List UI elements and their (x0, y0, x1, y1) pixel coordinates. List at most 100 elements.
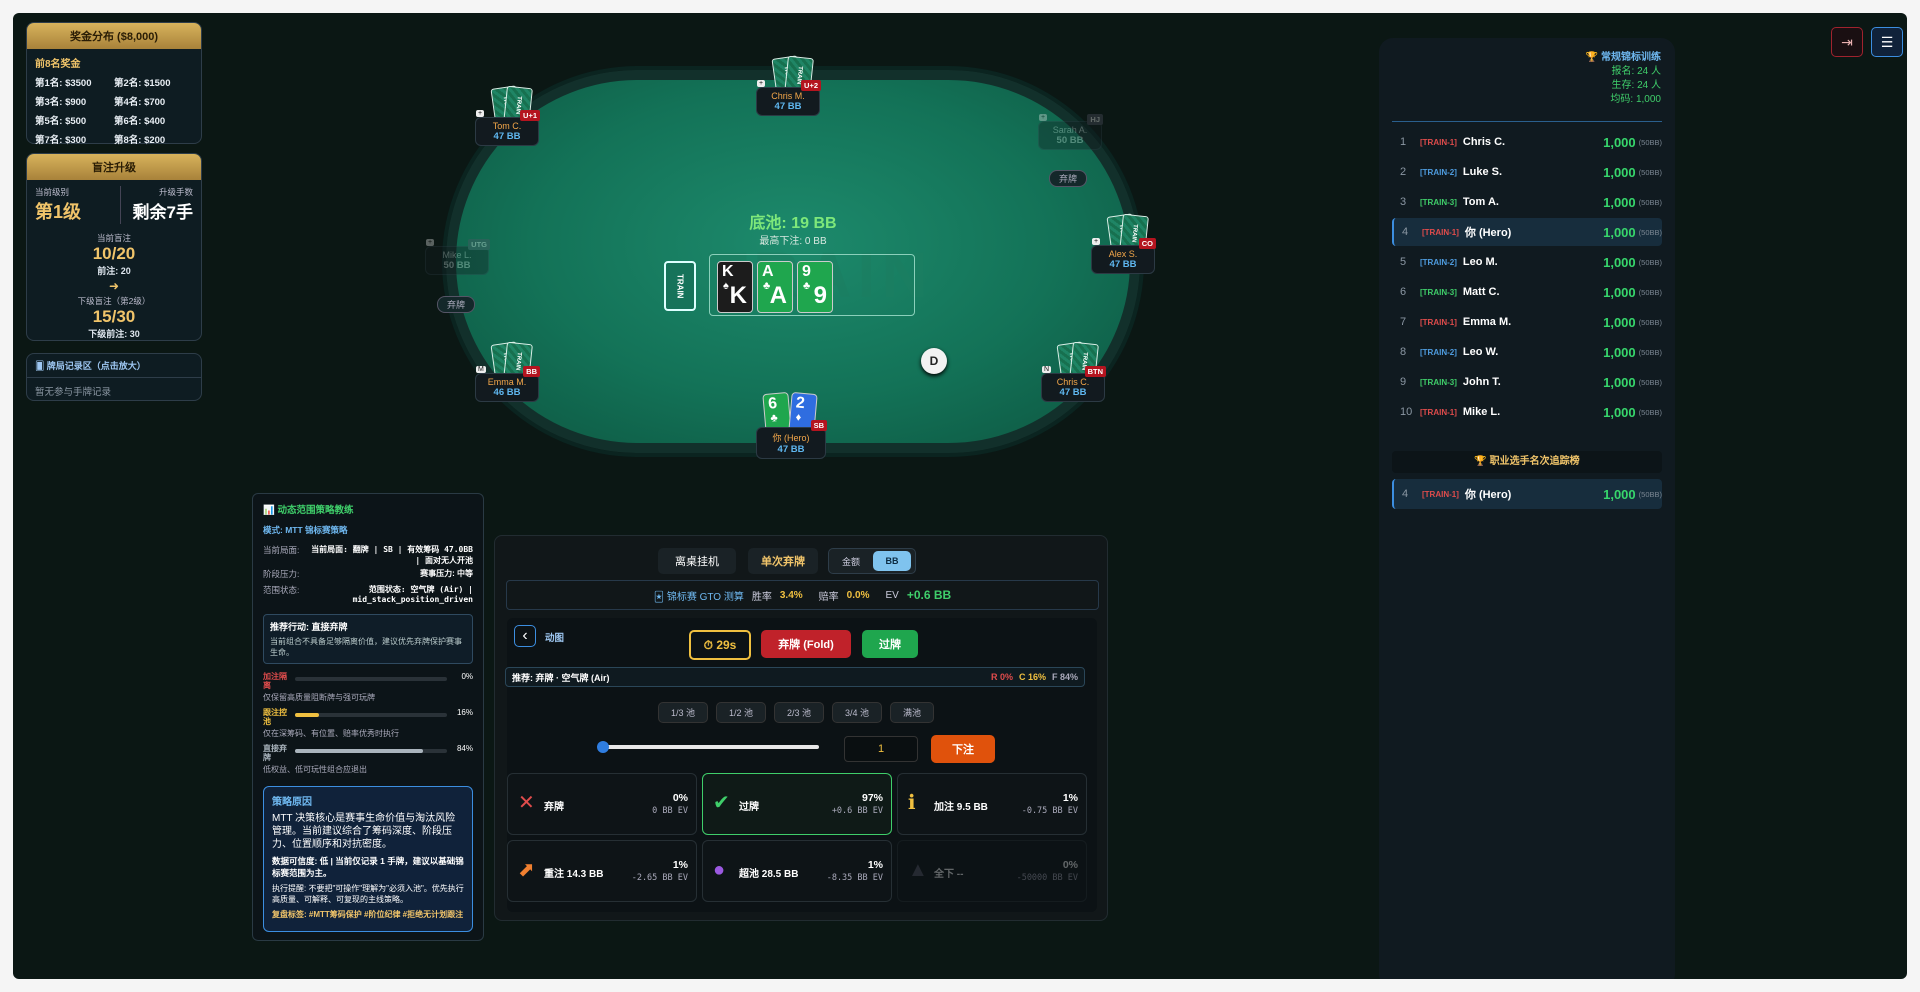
bar-label: 跟注控池 (263, 708, 287, 726)
position-badge: UTG (468, 239, 490, 250)
option-icon: ✕ (518, 792, 535, 814)
size-pot[interactable]: 满池 (890, 702, 934, 723)
lb-name: Leo W. (1462, 346, 1499, 358)
lb-title: 🏆 常规锦标训练 (1585, 52, 1661, 63)
leaderboard-row[interactable]: 5 [TRAIN-2] Leo M. 1,000 (50BB) (1392, 248, 1662, 276)
lb-registered: 报名: 24 人 (1611, 66, 1661, 77)
leave-button[interactable]: 离桌挂机 (658, 548, 736, 574)
option-icon: ℹ (908, 792, 916, 814)
action-option[interactable]: ✕ 弃牌 0% 0 BB EV (507, 773, 697, 835)
action-option[interactable]: ℹ 加注 9.5 BB 1% -0.75 BB EV (897, 773, 1087, 835)
option-icon: ✔ (713, 792, 730, 814)
range-label: 范围状态: (263, 585, 300, 595)
pressure-label: 阶段压力: (263, 569, 300, 579)
lb-name: Matt C. (1462, 286, 1500, 298)
menu-icon: ☰ (1880, 33, 1894, 50)
leaderboard-row[interactable]: 9 [TRAIN-3] John T. 1,000 (50BB) (1392, 368, 1662, 396)
leaderboard-row[interactable]: 1 [TRAIN-1] Chris C. 1,000 (50BB) (1392, 128, 1662, 156)
level-value: 第1级 (35, 202, 82, 222)
toggle-chips[interactable]: 金额 (832, 551, 870, 571)
action-option[interactable]: ▲ 全下 -- 0% -50000 BB EV (897, 840, 1087, 902)
lb-rank: 3 (1400, 196, 1407, 208)
action-option[interactable]: ⬈ 重注 14.3 BB 1% -2.65 BB EV (507, 840, 697, 902)
amount-input[interactable]: 1 (844, 736, 918, 762)
size-1-3[interactable]: 1/3 池 (658, 702, 708, 723)
gto-label: 🃏 锦标赛 GTO 测算 (653, 591, 744, 603)
seat-stack: 47 BB (1059, 387, 1087, 398)
seat-mark: + (1092, 238, 1101, 245)
board-card-1: K ♠ K (717, 261, 753, 313)
fold-once-button[interactable]: 单次弃牌 (748, 548, 818, 574)
action-option[interactable]: ✔ 过牌 97% +0.6 BB EV (702, 773, 892, 835)
board-card-3: 9 ♣ 9 (797, 261, 833, 313)
coach-panel: 📊 动态范围策略教练 模式: MTT 锦标赛策略 当前局面: 当前局面: 翻牌 |… (252, 493, 484, 941)
cur-blind: 10/20 (92, 244, 136, 263)
seat-mike-l: UTG Mike L. 50 BB + (425, 239, 490, 275)
size-1-2[interactable]: 1/2 池 (716, 702, 766, 723)
next-blind-label: 下级盲注（第2级） (77, 296, 151, 306)
seat-hero: 6 ♣ 2 ♦ SB 你 (Hero) 47 BB (756, 391, 827, 459)
bet-button[interactable]: 下注 (931, 735, 995, 763)
leaderboard-row[interactable]: 7 [TRAIN-1] Emma M. 1,000 (50BB) (1392, 308, 1662, 336)
history-panel[interactable]: 🂠 牌局记录区（点击放大） 暂无参与手牌记录 (26, 353, 202, 401)
option-ev: 0 BB EV (652, 806, 688, 816)
seat-name: Alex S. (1108, 249, 1138, 259)
lb-rank: 9 (1400, 376, 1407, 388)
coach-mode: 模式: MTT 锦标赛策略 (263, 525, 348, 535)
seat-name: 你 (Hero) (772, 433, 810, 443)
toggle-bb[interactable]: BB (873, 551, 911, 571)
leaderboard-row[interactable]: 4 [TRAIN-1] 你 (Hero) 1,000 (50BB) (1392, 218, 1662, 246)
action-panel: 离桌挂机 单次弃牌 金额 BB 🃏 锦标赛 GTO 测算 胜率 3.4% 赔率 0.… (494, 535, 1108, 921)
bar-fill (295, 749, 423, 753)
lb-tag: [TRAIN-2] (1420, 257, 1457, 267)
slider-handle[interactable] (597, 741, 609, 753)
strategy-bar: 加注隔离 0% 仅保留高质量阻断牌与强可玩牌 (263, 672, 473, 708)
menu-button[interactable]: ☰ (1871, 27, 1903, 57)
size-2-3[interactable]: 2/3 池 (774, 702, 824, 723)
option-pct: 1% (867, 859, 883, 871)
exit-button[interactable]: ⇥ (1831, 27, 1863, 57)
c-pct: C 16% (1018, 672, 1046, 682)
option-label: 弃牌 (544, 802, 564, 813)
position-badge: BTN (1084, 366, 1106, 377)
option-ev: -50000 BB EV (1016, 873, 1078, 883)
card-suit: ♦ (795, 411, 802, 424)
ev-value: +0.6 BB (906, 588, 952, 602)
lb-divider (1392, 121, 1662, 122)
fold-button[interactable]: 弃牌 (Fold) (761, 630, 851, 658)
leaderboard-row[interactable]: 6 [TRAIN-3] Matt C. 1,000 (50BB) (1392, 278, 1662, 306)
check-button[interactable]: 过牌 (862, 630, 918, 658)
lb-tag: [TRAIN-1] (1420, 317, 1457, 327)
lb-chips: 1,000 (1603, 284, 1636, 300)
leaderboard-row[interactable]: 3 [TRAIN-3] Tom A. 1,000 (50BB) (1392, 188, 1662, 216)
size-3-4[interactable]: 3/4 池 (832, 702, 882, 723)
action-option[interactable]: ● 超池 28.5 BB 1% -8.35 BB EV (702, 840, 892, 902)
next-ante: 下级前注: 30 (88, 329, 140, 339)
prize-title: 奖金分布 ($8,000) (27, 23, 201, 49)
lb-tag: [TRAIN-1] (1422, 489, 1459, 499)
lb-name: Luke S. (1462, 166, 1503, 178)
seat-tom-c: TRAINTRAIN U+1Tom C.47 BB+ (475, 85, 540, 146)
history-title[interactable]: 🂠 牌局记录区（点击放大） (27, 354, 201, 378)
board-card-2: A ♣ A (757, 261, 793, 313)
lb-tag: [TRAIN-3] (1420, 197, 1457, 207)
lb-tag: [TRAIN-3] (1420, 287, 1457, 297)
position-badge: U+1 (520, 110, 540, 121)
lb-rank: 8 (1400, 346, 1407, 358)
rec-title: 推荐行动: 直接弃牌 (270, 622, 348, 632)
bar-pct: 84% (456, 744, 473, 753)
lb-name: Leo M. (1462, 256, 1498, 268)
pressure-value: 赛事压力: 中等 (420, 569, 473, 578)
lb-name: Chris C. (1462, 136, 1506, 148)
option-pct: 1% (672, 859, 688, 871)
pro-row[interactable]: 4 [TRAIN-1] 你 (Hero) 1,000 (50BB) (1392, 479, 1662, 509)
seat-name: Emma M. (487, 377, 527, 387)
leaderboard-row[interactable]: 2 [TRAIN-2] Luke S. 1,000 (50BB) (1392, 158, 1662, 186)
lb-bb: (50BB) (1638, 197, 1662, 207)
leaderboard-row[interactable]: 8 [TRAIN-2] Leo W. 1,000 (50BB) (1392, 338, 1662, 366)
seat-name: Chris M. (771, 91, 805, 101)
back-button[interactable]: ‹ (514, 625, 536, 647)
leaderboard-row[interactable]: 10 [TRAIN-1] Mike L. 1,000 (50BB) (1392, 398, 1662, 426)
bet-slider[interactable] (603, 745, 819, 749)
reason-tags: 复盘标签: #MTT筹码保护 #阶位纪律 #拒绝无计划跟注 (272, 910, 464, 919)
